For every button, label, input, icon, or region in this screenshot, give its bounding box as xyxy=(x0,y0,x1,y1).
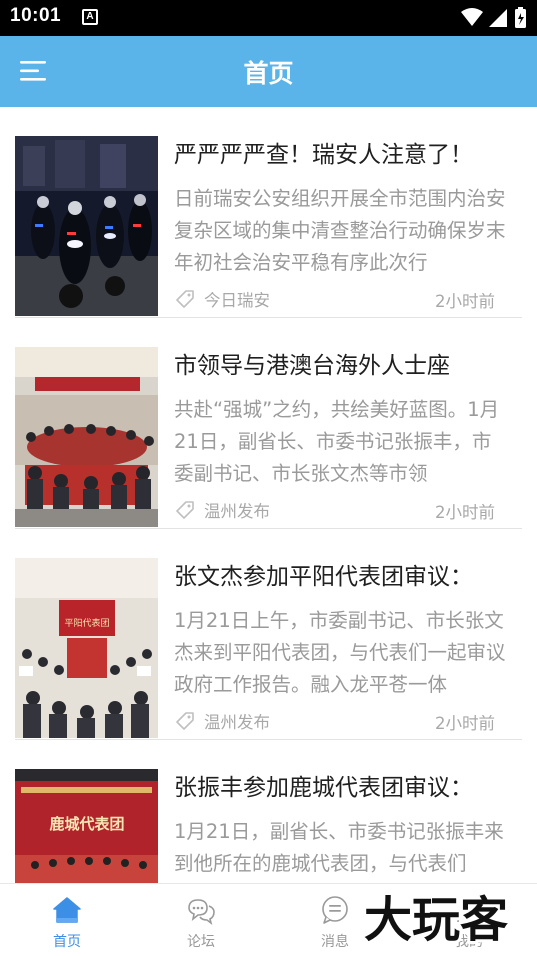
news-item[interactable]: 平阳代表团 张文杰参加平阳代表团审议： 1月21日上午，市委副书记、市长张文杰来… xyxy=(15,529,522,740)
tab-forum[interactable]: 论坛 xyxy=(134,884,268,956)
news-source: 温州发布 xyxy=(174,498,270,522)
watermark-text: 大玩客 xyxy=(364,892,508,948)
thumbnail-banner-text: 平阳代表团 xyxy=(64,617,109,629)
news-time: 2小时前 xyxy=(435,292,495,311)
news-thumbnail xyxy=(15,136,158,316)
notification-badge-icon: A xyxy=(82,9,98,25)
status-time: 10:01 xyxy=(10,5,62,26)
news-summary: 日前瑞安公安组织开展全市范围内治安复杂区域的集中清查整治行动确保岁末年初社会治安… xyxy=(174,187,506,274)
watermark-logo: 大玩客 大玩客 xyxy=(362,889,511,948)
tag-icon xyxy=(176,501,194,519)
news-time: 2小时前 xyxy=(435,503,495,522)
status-icons xyxy=(461,7,526,28)
news-source: 今日瑞安 xyxy=(174,287,270,311)
news-title: 张文杰参加平阳代表团审议： xyxy=(174,564,473,590)
news-title: 市领导与港澳台海外人士座 xyxy=(174,353,450,379)
news-item[interactable]: 市领导与港澳台海外人士座 共赴“强城”之约，共绘美好蓝图。1月21日，副省长、市… xyxy=(15,318,522,529)
news-thumbnail: 平阳代表团 xyxy=(15,558,158,738)
chat-bubbles-icon xyxy=(188,899,215,925)
message-icon xyxy=(322,896,348,924)
news-time: 2小时前 xyxy=(435,714,495,733)
tag-icon xyxy=(176,712,194,730)
news-source-label: 温州发布 xyxy=(204,502,270,521)
news-summary: 共赴“强城”之约，共绘美好蓝图。1月21日，副省长、市委书记张振丰，市委副书记、… xyxy=(174,398,500,485)
tab-home[interactable]: 首页 xyxy=(0,884,134,956)
tab-label: 论坛 xyxy=(187,934,215,950)
signal-icon xyxy=(489,9,507,27)
app-header: 首页 xyxy=(0,36,537,107)
news-title: 严严严严查！瑞安人注意了！ xyxy=(174,142,473,168)
news-title: 张振丰参加鹿城代表团审议： xyxy=(174,775,473,801)
page-title: 首页 xyxy=(243,59,294,88)
tab-label: 首页 xyxy=(53,934,81,950)
news-feed[interactable]: 严严严严查！瑞安人注意了！ 日前瑞安公安组织开展全市范围内治安复杂区域的集中清查… xyxy=(0,107,537,883)
wifi-icon xyxy=(461,8,483,26)
news-source: 温州发布 xyxy=(174,709,270,733)
news-item[interactable]: 鹿城代表团 张振丰参加鹿城代表团审议： 1月21日，副省长、市委书记张振丰来到他… xyxy=(15,740,522,883)
news-source-label: 温州发布 xyxy=(204,713,270,732)
tag-icon xyxy=(176,290,194,308)
home-icon xyxy=(53,897,81,923)
news-source-label: 今日瑞安 xyxy=(204,291,270,310)
news-item[interactable]: 严严严严查！瑞安人注意了！ 日前瑞安公安组织开展全市范围内治安复杂区域的集中清查… xyxy=(15,107,522,318)
news-thumbnail xyxy=(15,347,158,527)
news-summary: 1月21日，副省长、市委书记张振丰来到他所在的鹿城代表团，与代表们 xyxy=(174,820,504,875)
news-summary: 1月21日上午，市委副书记、市长张文杰来到平阳代表团，与代表们一起审议政府工作报… xyxy=(174,609,506,696)
news-thumbnail: 鹿城代表团 xyxy=(15,769,158,883)
status-bar: 10:01 A xyxy=(0,0,537,36)
thumbnail-banner-text: 鹿城代表团 xyxy=(49,815,124,833)
